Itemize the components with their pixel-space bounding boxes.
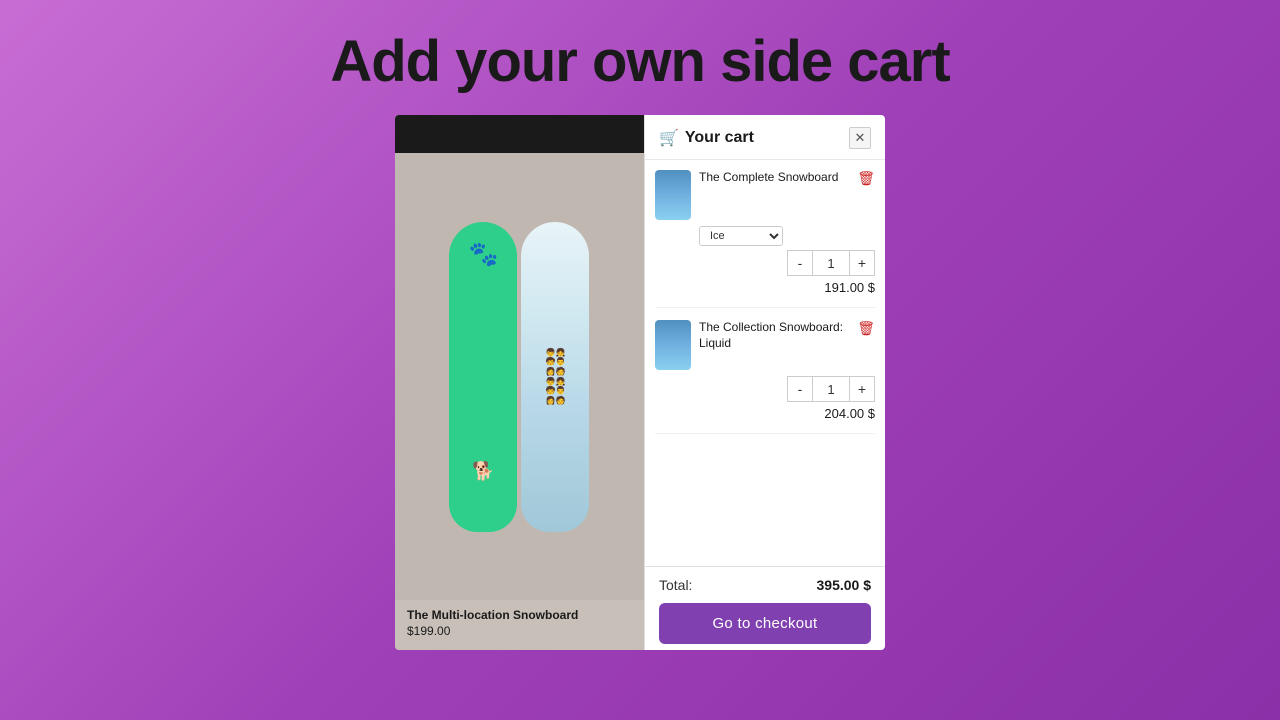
delete-item-button[interactable]: 🗑: [853, 170, 875, 187]
cart-item-top: The Complete Snowboard 🗑: [655, 170, 875, 220]
cart-footer: Total: 395.00 $ Go to checkout: [645, 566, 885, 650]
page-title: Add your own side cart: [330, 28, 949, 95]
variant-select[interactable]: Ice Powder Electric: [699, 226, 783, 246]
cart-header: 🛒 Your cart ✕: [645, 115, 885, 160]
item-price: 191.00 $: [655, 280, 875, 295]
quantity-input[interactable]: [813, 376, 849, 402]
quantity-controls: - +: [655, 376, 875, 402]
item-name: The Complete Snowboard: [699, 170, 853, 186]
item-name: The Collection Snowboard: Liquid: [699, 320, 853, 351]
checkout-button[interactable]: Go to checkout: [659, 603, 871, 644]
cart-item: The Collection Snowboard: Liquid 🗑 - + 2…: [655, 320, 875, 434]
snowboard-pixel-image: 👦👧🧒👨👩🧑👦👧🧒👨👩🧑: [521, 222, 589, 532]
quantity-increase-button[interactable]: +: [849, 376, 875, 402]
quantity-input[interactable]: [813, 250, 849, 276]
product-image-area: 👦👧🧒👨👩🧑👦👧🧒👨👩🧑: [395, 153, 644, 600]
quantity-decrease-button[interactable]: -: [787, 376, 813, 402]
snowboard-green-image: [449, 222, 517, 532]
total-label: Total:: [659, 577, 692, 593]
cart-icon: 🛒: [659, 128, 679, 148]
delete-item-button[interactable]: 🗑: [853, 320, 875, 337]
product-side: 👦👧🧒👨👩🧑👦👧🧒👨👩🧑 The Multi-location Snowboar…: [395, 115, 644, 650]
cart-close-button[interactable]: ✕: [849, 127, 871, 149]
product-name: The Multi-location Snowboard: [407, 608, 632, 622]
item-name-delete: The Complete Snowboard 🗑: [699, 170, 875, 187]
cart-item: The Complete Snowboard 🗑 Ice Powder Elec…: [655, 170, 875, 308]
item-variant-row: Ice Powder Electric: [655, 226, 875, 246]
quantity-decrease-button[interactable]: -: [787, 250, 813, 276]
cart-title-group: 🛒 Your cart: [659, 128, 754, 148]
item-thumbnail: [655, 320, 691, 370]
cart-items-list: The Complete Snowboard 🗑 Ice Powder Elec…: [645, 160, 885, 566]
cart-title: Your cart: [685, 129, 754, 147]
top-bar: [395, 115, 644, 153]
item-thumbnail: [655, 170, 691, 220]
cart-panel: 🛒 Your cart ✕ The Complete Snowboard 🗑 I…: [644, 115, 885, 650]
total-value: 395.00 $: [817, 577, 872, 593]
quantity-controls: - +: [655, 250, 875, 276]
item-name-delete: The Collection Snowboard: Liquid 🗑: [699, 320, 875, 351]
product-price: $199.00: [407, 624, 632, 638]
main-content-area: 👦👧🧒👨👩🧑👦👧🧒👨👩🧑 The Multi-location Snowboar…: [395, 115, 885, 650]
product-info: The Multi-location Snowboard $199.00: [395, 600, 644, 650]
item-price: 204.00 $: [655, 406, 875, 421]
quantity-increase-button[interactable]: +: [849, 250, 875, 276]
cart-item-top: The Collection Snowboard: Liquid 🗑: [655, 320, 875, 370]
pixel-art: 👦👧🧒👨👩🧑👦👧🧒👨👩🧑: [542, 344, 570, 410]
total-row: Total: 395.00 $: [659, 577, 871, 593]
